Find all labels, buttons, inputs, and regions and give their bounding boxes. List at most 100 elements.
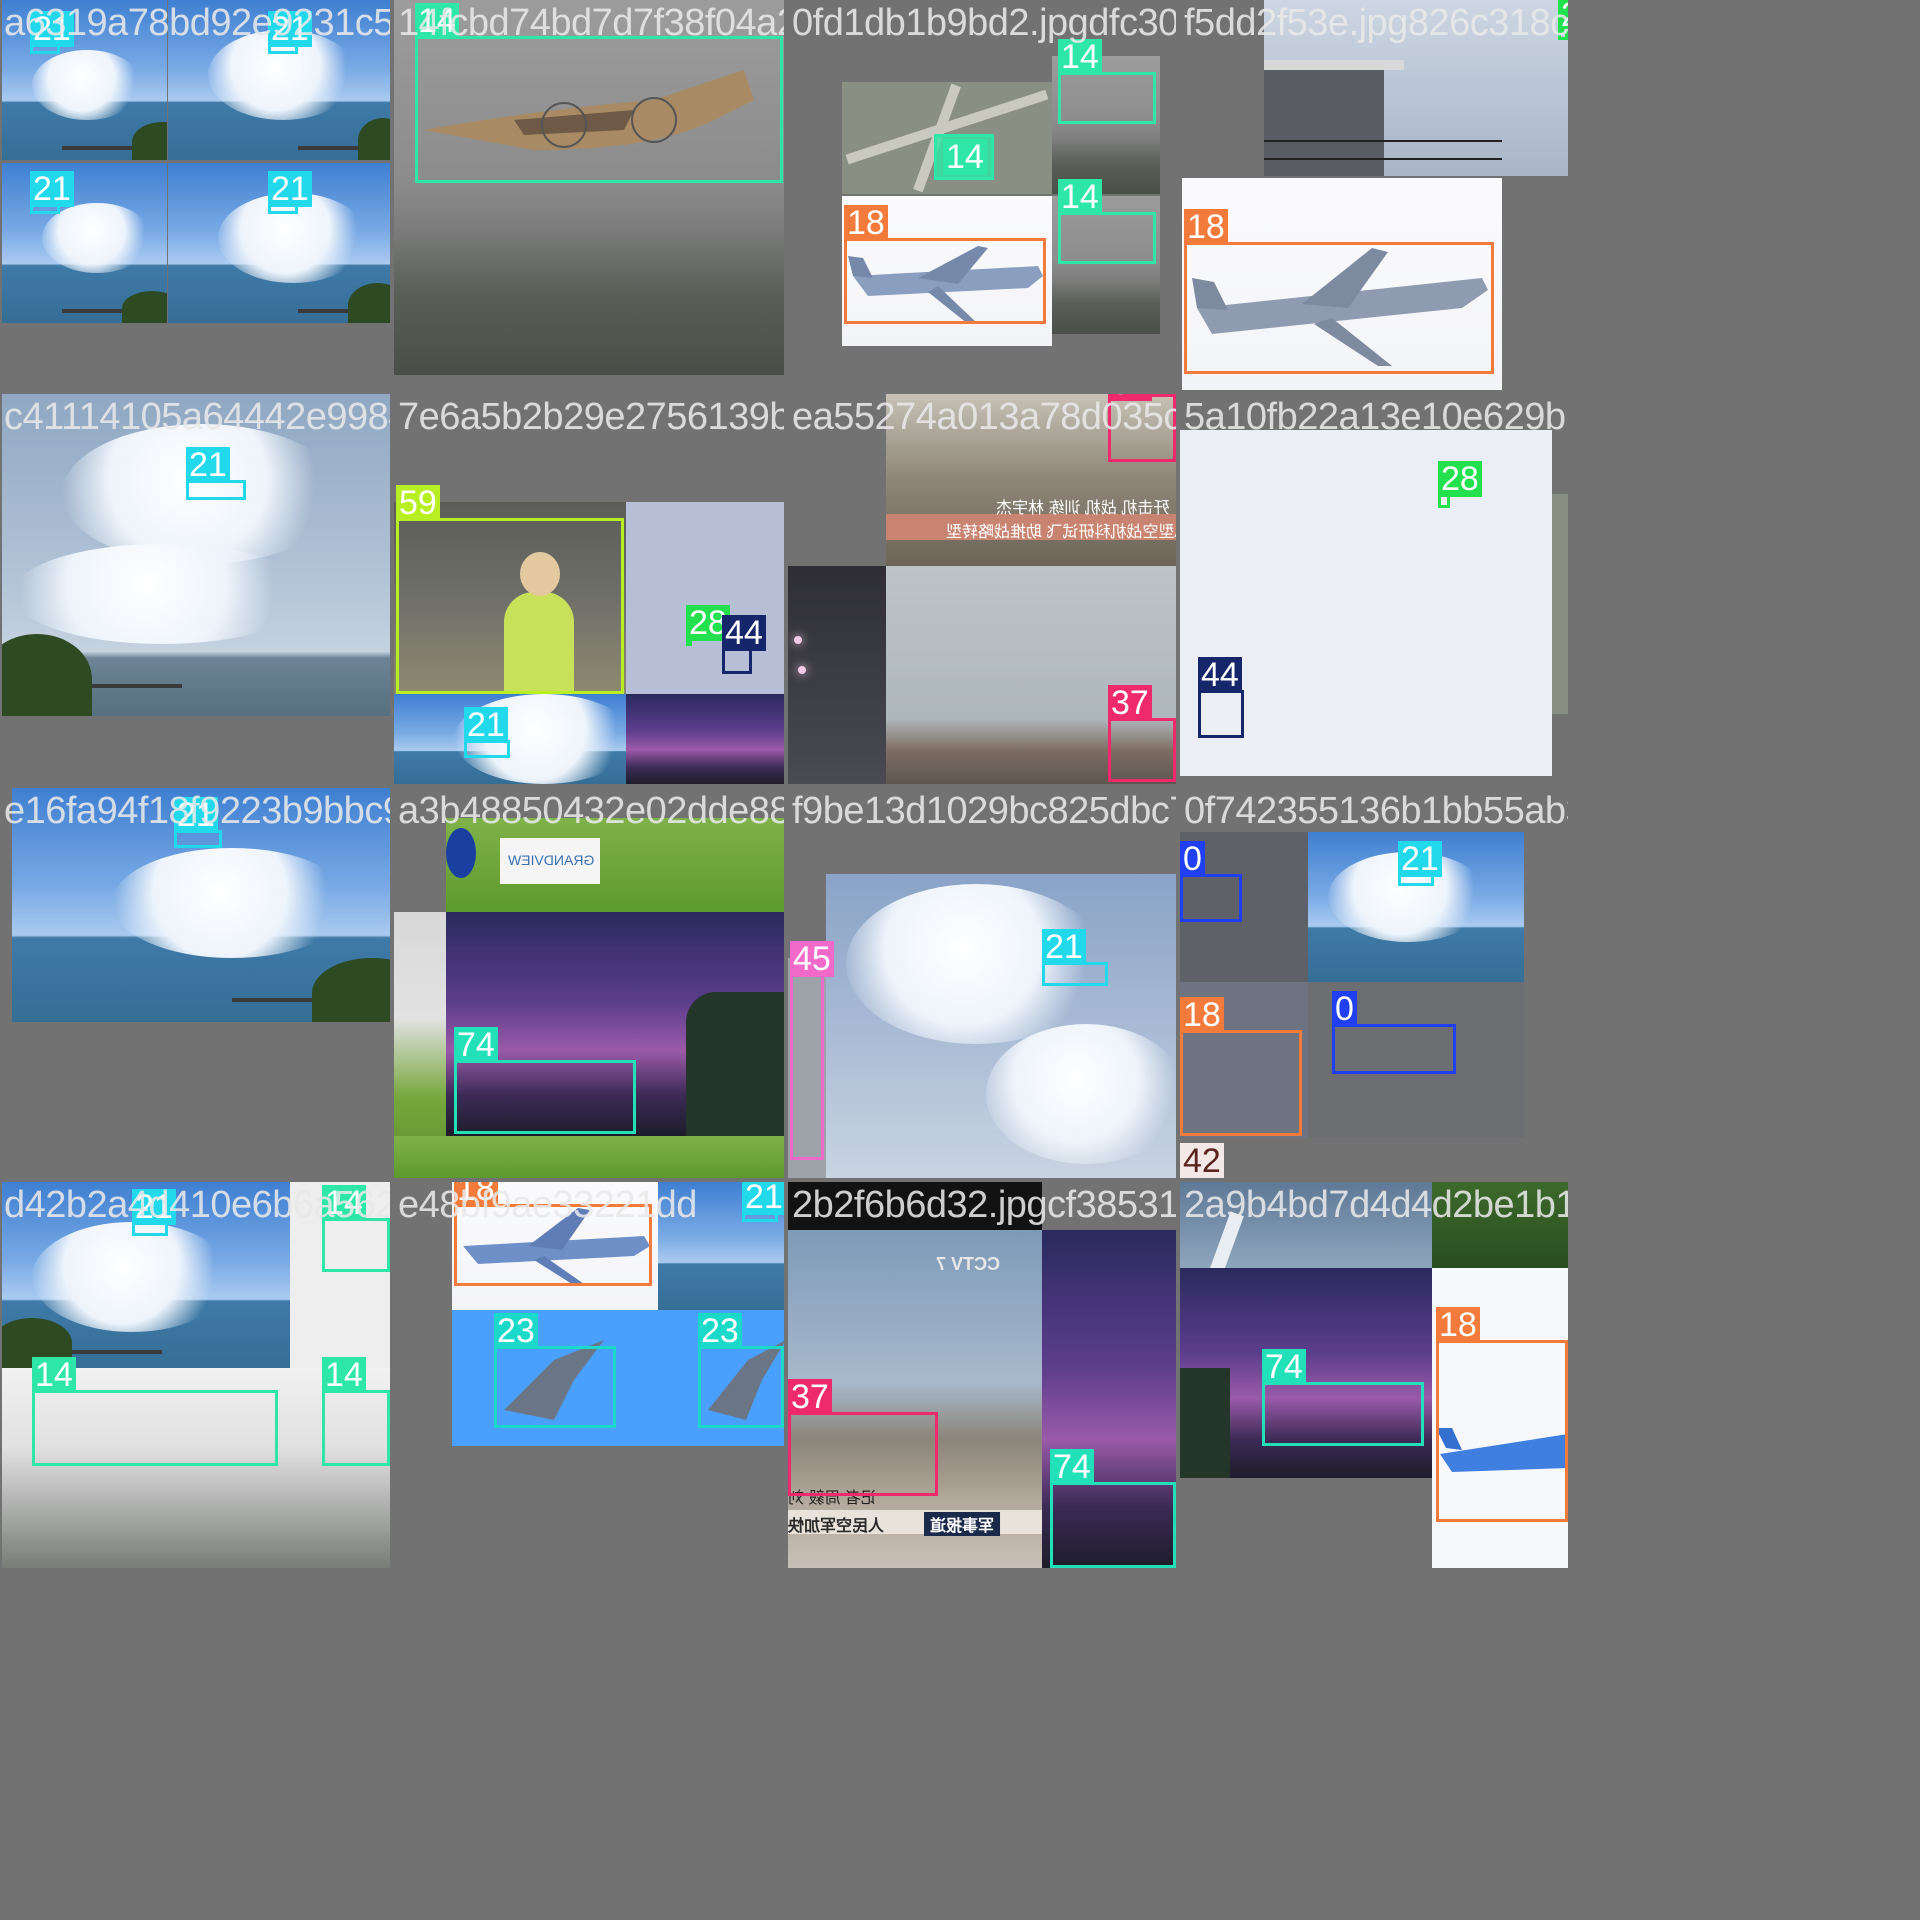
mosaic-tile-6: 7e6a5b2b29e2756139b0e52c 59 28 44 21 bbox=[394, 394, 784, 784]
bbox-class-37: 37 bbox=[788, 1379, 938, 1496]
tile-filename: c41114105a64442e9984c87 bbox=[4, 396, 390, 438]
sky-photo bbox=[2, 394, 390, 716]
mosaic-tile-16: 2a9b4bd7d4d4d2be1b122c9410 74 18 bbox=[1180, 1182, 1568, 1568]
news-sub-caption: 人民空军加快 bbox=[788, 1518, 885, 1535]
broadcast-caption: 歼击机 战机 训练 林宇杰 bbox=[996, 500, 1170, 517]
class-label: 21 bbox=[1398, 841, 1442, 877]
class-label: 44 bbox=[1198, 657, 1242, 693]
bbox-class-21: 21 bbox=[174, 797, 222, 848]
tile-filename: 0f742355136b1bb55ab30389 bbox=[1184, 790, 1568, 832]
class-label: 37 bbox=[1108, 685, 1152, 721]
class-label: 21 bbox=[1042, 929, 1086, 965]
tile-filename: 14fcbd74bd7d7f38f04a20be09ddb91b92.jpgdf… bbox=[398, 2, 784, 44]
bbox-class-18: 18 bbox=[1184, 209, 1494, 374]
class-label: 18 bbox=[1436, 1307, 1480, 1343]
tile-filename: e48bf9ae33221dd bbox=[398, 1184, 697, 1226]
sky-photo bbox=[394, 694, 626, 784]
sky-photo bbox=[2, 163, 167, 323]
class-label: 0 bbox=[1332, 991, 1357, 1027]
mosaic-tile-8: 5a10fb22a13e10e629b1475d 28 44 bbox=[1180, 394, 1568, 784]
mosaic-tile-2: 14fcbd74bd7d7f38f04a20be09ddb91b92.jpgdf… bbox=[394, 0, 784, 390]
tile-filename: e16fa94f18f9223b9bbc936a bbox=[4, 790, 390, 832]
bbox-class-44: 44 bbox=[1198, 657, 1244, 738]
night-photo bbox=[788, 566, 886, 784]
bbox-class-28: 28 bbox=[1438, 461, 1482, 508]
tile-filename: f9be13d1029bc825dbc7cbe bbox=[792, 790, 1176, 832]
class-label: 14 bbox=[1058, 179, 1102, 215]
bbox-class-14: 14 bbox=[934, 134, 994, 180]
class-label: 59 bbox=[396, 485, 440, 521]
tile-filename: 2a9b4bd7d4d4d2be1b122c9410 bbox=[1184, 1184, 1568, 1226]
bbox-class-21: 21 bbox=[30, 171, 74, 214]
cloudy-sky-photo bbox=[826, 874, 1176, 1178]
bbox-class-14: 14 bbox=[415, 3, 783, 183]
tile-filename: a3b48850432e02dde88131610 bbox=[398, 790, 784, 832]
bbox-class-28: 28 bbox=[686, 605, 730, 646]
bbox-class-42: 42 bbox=[1180, 1143, 1224, 1178]
tile-filename: 0fd1db1b9bd2.jpgdfc303774ec8fc15d2f53e.j… bbox=[792, 2, 1176, 44]
tile-filename: a6319a78bd92e9231c544a74 bbox=[4, 2, 390, 44]
training-batch-mosaic: a6319a78bd92e9231c544a74 21 21 21 21 14f… bbox=[0, 0, 1920, 1920]
bbox-class-14: 14 bbox=[1058, 179, 1156, 264]
class-label: 23 bbox=[698, 1313, 742, 1349]
bbox-class-23: 23 bbox=[494, 1313, 616, 1428]
mosaic-tile-13: d42b2a4d410e6b6a562 21 14 14 14 bbox=[0, 1182, 390, 1568]
bbox-class-14: 14 bbox=[1058, 39, 1156, 124]
bbox-class-21: 21 bbox=[1042, 929, 1108, 986]
grass-photo bbox=[394, 1136, 784, 1178]
bbox-class-21: 21 bbox=[30, 11, 74, 54]
class-label: 21 bbox=[742, 1182, 784, 1215]
bbox-class-21: 21 bbox=[268, 171, 312, 214]
tile-filename: f5dd2f53e.jpg826c318ccd8691 bbox=[1184, 2, 1568, 44]
bbox-class-21: 21 bbox=[464, 707, 510, 758]
news-band: 军事报道 bbox=[924, 1512, 1001, 1536]
bbox-class-0: 0 bbox=[1332, 991, 1456, 1074]
bbox-class-21: 21 bbox=[268, 11, 312, 54]
mosaic-tile-1: a6319a78bd92e9231c544a74 21 21 21 21 bbox=[0, 0, 390, 390]
bbox-class-21: 21 bbox=[742, 1182, 784, 1222]
bbox-class-23: 23 bbox=[698, 1313, 784, 1428]
bbox-class-59: 59 bbox=[396, 485, 624, 694]
mosaic-tile-7: 歼击机 战机 训练 林宇杰 A型空战机科研试飞 助推战略转型 ea55274a0… bbox=[788, 394, 1176, 784]
tile-filename: 5a10fb22a13e10e629b1475d bbox=[1184, 396, 1568, 438]
tile-filename: ea55274a013a78d035c0a39e0 bbox=[792, 396, 1176, 438]
bbox-class-74: 74 bbox=[1262, 1349, 1424, 1446]
bbox-class-18: 18 bbox=[1436, 1307, 1568, 1522]
cctv-logo: CCTV 7 bbox=[936, 1254, 1001, 1274]
class-label: 21 bbox=[464, 707, 508, 743]
class-label: 21 bbox=[268, 171, 312, 207]
bbox-class-14: 14 bbox=[322, 1185, 390, 1272]
bbox-class-37: 37 bbox=[1108, 685, 1176, 782]
bbox-class-74: 74 bbox=[454, 1027, 636, 1134]
bbox-class-18: 18 bbox=[1180, 997, 1302, 1136]
class-label: 18 bbox=[1180, 997, 1224, 1033]
class-label: 14 bbox=[943, 139, 987, 175]
mosaic-tile-9: e16fa94f18f9223b9bbc936a 21 bbox=[0, 788, 390, 1178]
bbox-class-74: 74 bbox=[1050, 1449, 1176, 1568]
class-label: 21 bbox=[186, 447, 230, 483]
bbox-class-44: 44 bbox=[722, 615, 766, 674]
class-label: 74 bbox=[1050, 1449, 1094, 1485]
dusk-photo bbox=[626, 694, 784, 784]
class-label: 74 bbox=[454, 1027, 498, 1063]
bbox-class-14: 14 bbox=[32, 1357, 278, 1466]
bbox-class-18: 18 bbox=[844, 205, 1046, 324]
class-label: 18 bbox=[1184, 209, 1228, 245]
tile-filename: 2b2f6b6d32.jpgcf385317d15f8c bbox=[792, 1184, 1176, 1226]
class-label: 28 bbox=[1438, 461, 1482, 497]
mosaic-tile-14: e48bf9ae33221dd 18 21 23 23 bbox=[394, 1182, 784, 1568]
class-label: 18 bbox=[844, 205, 888, 241]
mosaic-tile-3: 0fd1db1b9bd2.jpgdfc303774ec8fc15d2f53e.j… bbox=[788, 0, 1176, 390]
class-label: 21 bbox=[30, 171, 74, 207]
mosaic-tile-15: CCTV 7 记者 周毅 刘 人民空军加快 军事报道 2b2f6b6d32.jp… bbox=[788, 1182, 1176, 1568]
bbox-class-21: 21 bbox=[1398, 841, 1442, 886]
bbox-class-45: 45 bbox=[790, 941, 834, 1160]
mosaic-tile-10: GRANDVIEW a3b48850432e02dde88131610 74 bbox=[394, 788, 784, 1178]
mosaic-tile-5: c41114105a64442e9984c87 21 bbox=[0, 394, 390, 784]
billboard-text: GRANDVIEW bbox=[508, 852, 595, 868]
class-label: 42 bbox=[1180, 1143, 1224, 1178]
class-label: 14 bbox=[1058, 39, 1102, 75]
airshow-field-photo: GRANDVIEW bbox=[446, 818, 784, 912]
airfield-satellite-photo bbox=[1552, 494, 1568, 714]
bbox-class-0: 0 bbox=[1180, 841, 1242, 922]
